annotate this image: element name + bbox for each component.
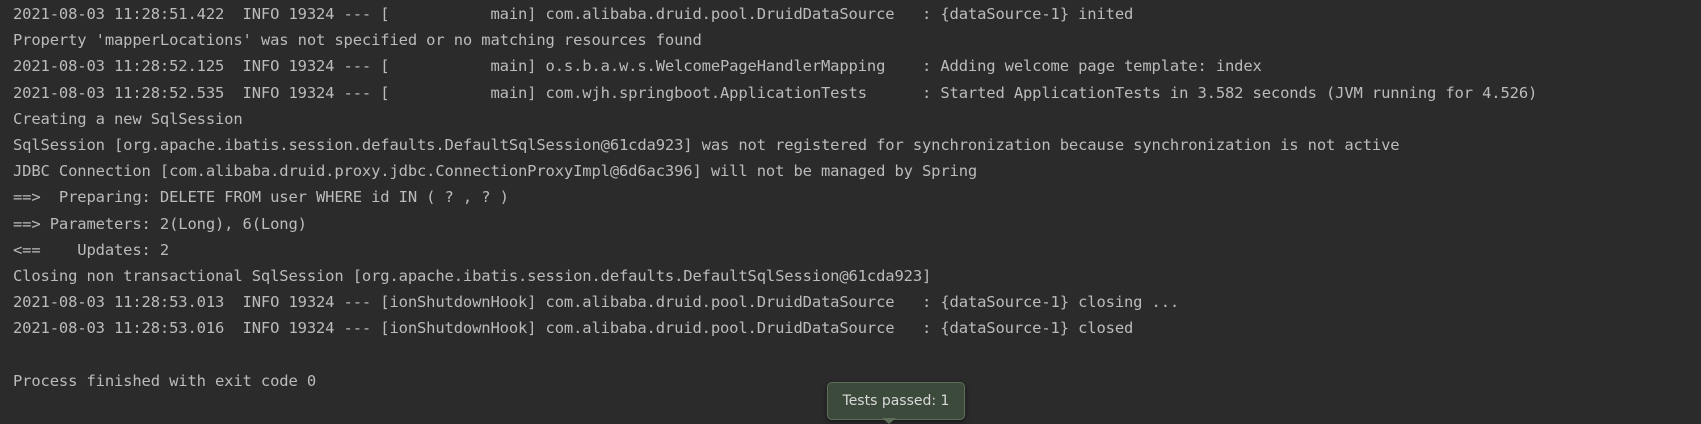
console-line: 2021-08-03 11:28:53.013 INFO 19324 --- [… [13,293,1180,312]
console-line: 2021-08-03 11:28:51.422 INFO 19324 --- [… [13,5,1134,23]
tooltip-pointer [882,418,896,424]
console-line: 2021-08-03 11:28:52.535 INFO 19324 --- [… [13,83,1538,102]
console-line: Property 'mapperLocations' was not speci… [13,31,702,50]
run-console[interactable]: 2021-08-03 11:28:51.422 INFO 19324 --- [… [0,0,1701,424]
console-line: ==> Preparing: DELETE FROM user WHERE id… [13,188,509,207]
console-line: Process finished with exit code 0 [13,371,316,390]
console-line: 2021-08-03 11:28:53.016 INFO 19324 --- [… [13,319,1134,338]
console-line: <== Updates: 2 [13,240,170,259]
console-line: Closing non transactional SqlSession [or… [13,266,932,285]
console-line: 2021-08-03 11:28:52.125 INFO 19324 --- [… [13,57,1262,76]
console-line: JDBC Connection [com.alibaba.druid.proxy… [13,162,978,181]
console-output: 2021-08-03 11:28:51.422 INFO 19324 --- [… [13,1,1537,394]
console-line: ==> Parameters: 2(Long), 6(Long) [13,214,307,233]
tooltip-text: Tests passed: 1 [842,393,950,409]
console-line: Creating a new SqlSession [13,109,243,128]
tests-passed-tooltip[interactable]: Tests passed: 1 [827,382,965,420]
console-line: SqlSession [org.apache.ibatis.session.de… [13,135,1400,154]
